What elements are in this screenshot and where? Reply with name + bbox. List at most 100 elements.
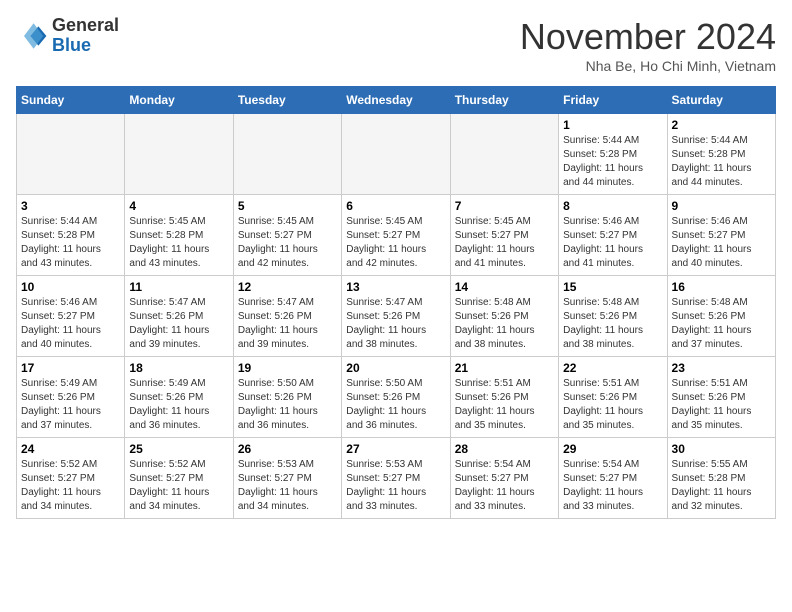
calendar-cell: 11Sunrise: 5:47 AM Sunset: 5:26 PM Dayli… <box>125 276 233 357</box>
day-info: Sunrise: 5:53 AM Sunset: 5:27 PM Dayligh… <box>238 458 337 514</box>
day-number: 29 <box>563 442 662 456</box>
calendar-cell: 4Sunrise: 5:45 AM Sunset: 5:28 PM Daylig… <box>125 195 233 276</box>
day-number: 21 <box>455 361 554 375</box>
weekday-header: Wednesday <box>342 87 450 114</box>
day-info: Sunrise: 5:47 AM Sunset: 5:26 PM Dayligh… <box>238 296 337 352</box>
calendar-cell: 8Sunrise: 5:46 AM Sunset: 5:27 PM Daylig… <box>559 195 667 276</box>
day-number: 26 <box>238 442 337 456</box>
calendar-cell: 13Sunrise: 5:47 AM Sunset: 5:26 PM Dayli… <box>342 276 450 357</box>
calendar-cell <box>233 114 341 195</box>
day-number: 9 <box>672 199 771 213</box>
day-info: Sunrise: 5:51 AM Sunset: 5:26 PM Dayligh… <box>563 377 662 433</box>
calendar-cell: 3 Sunrise: 5:44 AM Sunset: 5:28 PM Daylig… <box>17 195 125 276</box>
day-info: Sunrise: 5:51 AM Sunset: 5:26 PM Dayligh… <box>672 377 771 433</box>
calendar-cell: 7 Sunrise: 5:45 AM Sunset: 5:27 PM Daylig… <box>450 195 558 276</box>
day-info: Sunrise: 5:46 AM Sunset: 5:27 PM Dayligh… <box>21 296 120 352</box>
day-number: 14 <box>455 280 554 294</box>
calendar-cell: 26 Sunrise: 5:53 AM Sunset: 5:27 PM Dayli… <box>233 438 341 519</box>
calendar-week-row: 17 Sunrise: 5:49 AM Sunset: 5:26 PM Dayli… <box>17 357 776 438</box>
calendar-cell: 19 Sunrise: 5:50 AM Sunset: 5:26 PM Dayli… <box>233 357 341 438</box>
day-number: 5 <box>238 199 337 213</box>
calendar-cell: 14Sunrise: 5:48 AM Sunset: 5:26 PM Dayli… <box>450 276 558 357</box>
location: Nha Be, Ho Chi Minh, Vietnam <box>520 58 776 74</box>
day-info: Sunrise: 5:50 AM Sunset: 5:26 PM Dayligh… <box>238 377 337 433</box>
day-info: Sunrise: 5:55 AM Sunset: 5:28 PM Dayligh… <box>672 458 771 514</box>
day-info: Sunrise: 5:45 AM Sunset: 5:28 PM Dayligh… <box>129 215 228 271</box>
calendar-cell: 29 Sunrise: 5:54 AM Sunset: 5:27 PM Dayli… <box>559 438 667 519</box>
weekday-header: Friday <box>559 87 667 114</box>
day-info: Sunrise: 5:49 AM Sunset: 5:26 PM Dayligh… <box>129 377 228 433</box>
weekday-header: Sunday <box>17 87 125 114</box>
calendar-cell: 18 Sunrise: 5:49 AM Sunset: 5:26 PM Dayli… <box>125 357 233 438</box>
calendar-cell: 28Sunrise: 5:54 AM Sunset: 5:27 PM Dayli… <box>450 438 558 519</box>
day-info: Sunrise: 5:54 AM Sunset: 5:27 PM Dayligh… <box>563 458 662 514</box>
day-number: 16 <box>672 280 771 294</box>
day-info: Sunrise: 5:46 AM Sunset: 5:27 PM Dayligh… <box>672 215 771 271</box>
day-info: Sunrise: 5:48 AM Sunset: 5:26 PM Dayligh… <box>563 296 662 352</box>
day-number: 7 <box>455 199 554 213</box>
calendar-cell: 5Sunrise: 5:45 AM Sunset: 5:27 PM Daylig… <box>233 195 341 276</box>
title-area: November 2024 Nha Be, Ho Chi Minh, Vietn… <box>520 16 776 74</box>
calendar-cell: 20 Sunrise: 5:50 AM Sunset: 5:26 PM Dayli… <box>342 357 450 438</box>
day-info: Sunrise: 5:53 AM Sunset: 5:27 PM Dayligh… <box>346 458 445 514</box>
day-number: 15 <box>563 280 662 294</box>
day-number: 28 <box>455 442 554 456</box>
weekday-header: Tuesday <box>233 87 341 114</box>
day-info: Sunrise: 5:52 AM Sunset: 5:27 PM Dayligh… <box>21 458 120 514</box>
calendar-cell <box>125 114 233 195</box>
calendar-cell: 23 Sunrise: 5:51 AM Sunset: 5:26 PM Dayli… <box>667 357 775 438</box>
day-number: 3 <box>21 199 120 213</box>
day-number: 1 <box>563 118 662 132</box>
logo-icon <box>16 20 48 52</box>
day-number: 8 <box>563 199 662 213</box>
day-info: Sunrise: 5:51 AM Sunset: 5:26 PM Dayligh… <box>455 377 554 433</box>
month-title: November 2024 <box>520 16 776 58</box>
day-number: 17 <box>21 361 120 375</box>
calendar-week-row: 24 Sunrise: 5:52 AM Sunset: 5:27 PM Dayli… <box>17 438 776 519</box>
day-info: Sunrise: 5:50 AM Sunset: 5:26 PM Dayligh… <box>346 377 445 433</box>
logo-text: General Blue <box>52 16 119 56</box>
calendar-cell: 1Sunrise: 5:44 AM Sunset: 5:28 PM Daylig… <box>559 114 667 195</box>
day-number: 20 <box>346 361 445 375</box>
day-number: 24 <box>21 442 120 456</box>
calendar-week-row: 3 Sunrise: 5:44 AM Sunset: 5:28 PM Daylig… <box>17 195 776 276</box>
day-info: Sunrise: 5:45 AM Sunset: 5:27 PM Dayligh… <box>455 215 554 271</box>
calendar-cell: 17 Sunrise: 5:49 AM Sunset: 5:26 PM Dayli… <box>17 357 125 438</box>
calendar-cell: 27 Sunrise: 5:53 AM Sunset: 5:27 PM Dayli… <box>342 438 450 519</box>
calendar-cell: 2 Sunrise: 5:44 AM Sunset: 5:28 PM Daylig… <box>667 114 775 195</box>
day-number: 13 <box>346 280 445 294</box>
day-number: 10 <box>21 280 120 294</box>
weekday-header: Monday <box>125 87 233 114</box>
day-info: Sunrise: 5:49 AM Sunset: 5:26 PM Dayligh… <box>21 377 120 433</box>
calendar-week-row: 1 Sunrise: 5:44 AM Sunset: 5:28 PM Daylig… <box>17 114 776 195</box>
calendar-cell: 9 Sunrise: 5:46 AM Sunset: 5:27 PM Daylig… <box>667 195 775 276</box>
day-number: 27 <box>346 442 445 456</box>
day-info: Sunrise: 5:45 AM Sunset: 5:27 PM Dayligh… <box>346 215 445 271</box>
day-number: 18 <box>129 361 228 375</box>
day-number: 6 <box>346 199 445 213</box>
day-info: Sunrise: 5:52 AM Sunset: 5:27 PM Dayligh… <box>129 458 228 514</box>
calendar-cell: 12Sunrise: 5:47 AM Sunset: 5:26 PM Dayli… <box>233 276 341 357</box>
calendar-cell: 15 Sunrise: 5:48 AM Sunset: 5:26 PM Dayli… <box>559 276 667 357</box>
calendar-cell: 10 Sunrise: 5:46 AM Sunset: 5:27 PM Dayli… <box>17 276 125 357</box>
calendar-cell: 6 Sunrise: 5:45 AM Sunset: 5:27 PM Daylig… <box>342 195 450 276</box>
calendar-cell: 16 Sunrise: 5:48 AM Sunset: 5:26 PM Dayli… <box>667 276 775 357</box>
logo: General Blue <box>16 16 119 56</box>
calendar-cell: 22 Sunrise: 5:51 AM Sunset: 5:26 PM Dayli… <box>559 357 667 438</box>
weekday-header-row: SundayMondayTuesdayWednesdayThursdayFrid… <box>17 87 776 114</box>
day-info: Sunrise: 5:47 AM Sunset: 5:26 PM Dayligh… <box>129 296 228 352</box>
day-info: Sunrise: 5:48 AM Sunset: 5:26 PM Dayligh… <box>672 296 771 352</box>
day-number: 23 <box>672 361 771 375</box>
calendar-cell <box>450 114 558 195</box>
calendar-cell <box>17 114 125 195</box>
day-info: Sunrise: 5:44 AM Sunset: 5:28 PM Dayligh… <box>672 134 771 190</box>
calendar-cell: 21 Sunrise: 5:51 AM Sunset: 5:26 PM Dayli… <box>450 357 558 438</box>
calendar: SundayMondayTuesdayWednesdayThursdayFrid… <box>16 86 776 519</box>
day-number: 19 <box>238 361 337 375</box>
calendar-week-row: 10 Sunrise: 5:46 AM Sunset: 5:27 PM Dayli… <box>17 276 776 357</box>
day-number: 30 <box>672 442 771 456</box>
day-number: 22 <box>563 361 662 375</box>
calendar-cell: 30 Sunrise: 5:55 AM Sunset: 5:28 PM Dayli… <box>667 438 775 519</box>
day-info: Sunrise: 5:44 AM Sunset: 5:28 PM Dayligh… <box>21 215 120 271</box>
day-number: 2 <box>672 118 771 132</box>
